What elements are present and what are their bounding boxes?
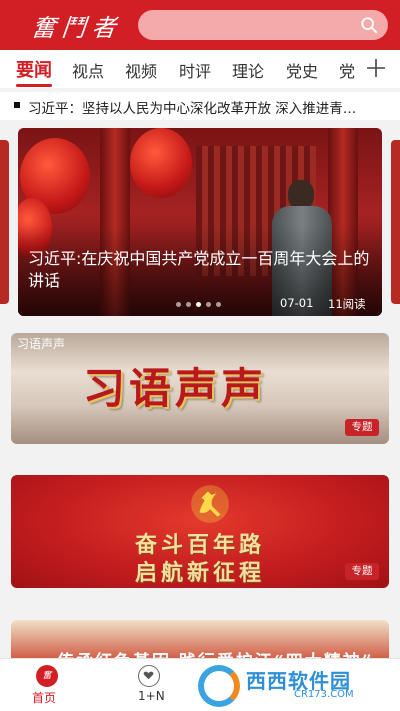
banner-label: 习语声声 <box>17 337 66 351</box>
topic-tag-badge: 专题 <box>345 419 379 436</box>
nav-1n-label[interactable]: 1+N <box>138 689 165 703</box>
party-emblem-icon <box>191 485 229 523</box>
tab-lilun[interactable]: 理论 <box>232 58 264 82</box>
home-logo-icon[interactable]: 奮 <box>36 665 58 687</box>
watermark-url: CR173.COM <box>294 689 354 700</box>
ticker-headline[interactable]: 习近平：坚持以人民为中心深化改革开放 深入推进青… <box>28 97 378 117</box>
app-logo: 奮鬥者 <box>30 14 124 42</box>
watermark: 西西软件园 CR173.COM <box>198 663 398 709</box>
tab-dangshi[interactable]: 党史 <box>286 58 318 82</box>
app-screen: 奮鬥者 要闻 视点 视频 时评 理论 党史 党 习近平：坚持以人民为中心深化改革… <box>0 0 400 711</box>
carousel-dot[interactable] <box>216 302 221 307</box>
tab-dang[interactable]: 党 <box>339 58 355 82</box>
tab-shipin[interactable]: 视频 <box>125 58 157 82</box>
watermark-logo-icon <box>198 665 240 707</box>
plus-icon[interactable] <box>366 58 386 78</box>
banner-line-2: 启航新征程 <box>135 560 266 586</box>
heart-chat-icon[interactable] <box>138 665 160 687</box>
channel-tabs: 要闻 视点 视频 时评 理论 党史 党 <box>0 50 400 88</box>
search-bar[interactable] <box>138 10 388 40</box>
hero-carousel-slide[interactable]: 习近平:在庆祝中国共产党成立一百周年大会上的讲话 07-01 11阅读 <box>18 128 382 316</box>
carousel-dot-active[interactable] <box>196 302 201 307</box>
carousel-dot[interactable] <box>176 302 181 307</box>
tab-yaowen[interactable]: 要闻 <box>16 56 52 82</box>
active-tab-indicator <box>16 84 52 87</box>
headline-ticker[interactable]: 习近平：坚持以人民为中心深化改革开放 深入推进青… <box>0 92 400 120</box>
tab-shiping[interactable]: 时评 <box>179 58 211 82</box>
hero-read-count: 11阅读 <box>328 297 366 311</box>
nav-home-label[interactable]: 首页 <box>32 689 56 706</box>
carousel-dot[interactable] <box>206 302 211 307</box>
topic-tag-badge: 专题 <box>345 563 379 580</box>
hero-title[interactable]: 习近平:在庆祝中国共产党成立一百周年大会上的讲话 <box>28 248 378 292</box>
carousel-dot[interactable] <box>186 302 191 307</box>
lantern-image <box>130 128 192 198</box>
banner-title: 习语声声 <box>83 364 268 413</box>
carousel-prev-peek[interactable] <box>0 140 9 304</box>
topic-banner-xiyu[interactable]: 习语声声 习语声声 专题 <box>11 333 389 444</box>
tab-shidian[interactable]: 视点 <box>72 58 104 82</box>
top-bar: 奮鬥者 <box>0 0 400 50</box>
hero-date: 07-01 <box>280 296 314 310</box>
bullet-icon <box>14 102 20 108</box>
search-icon[interactable] <box>360 16 378 34</box>
topic-banner-centenary[interactable]: 奋斗百年路 启航新征程 专题 <box>11 475 389 588</box>
carousel-next-peek[interactable] <box>391 140 400 304</box>
